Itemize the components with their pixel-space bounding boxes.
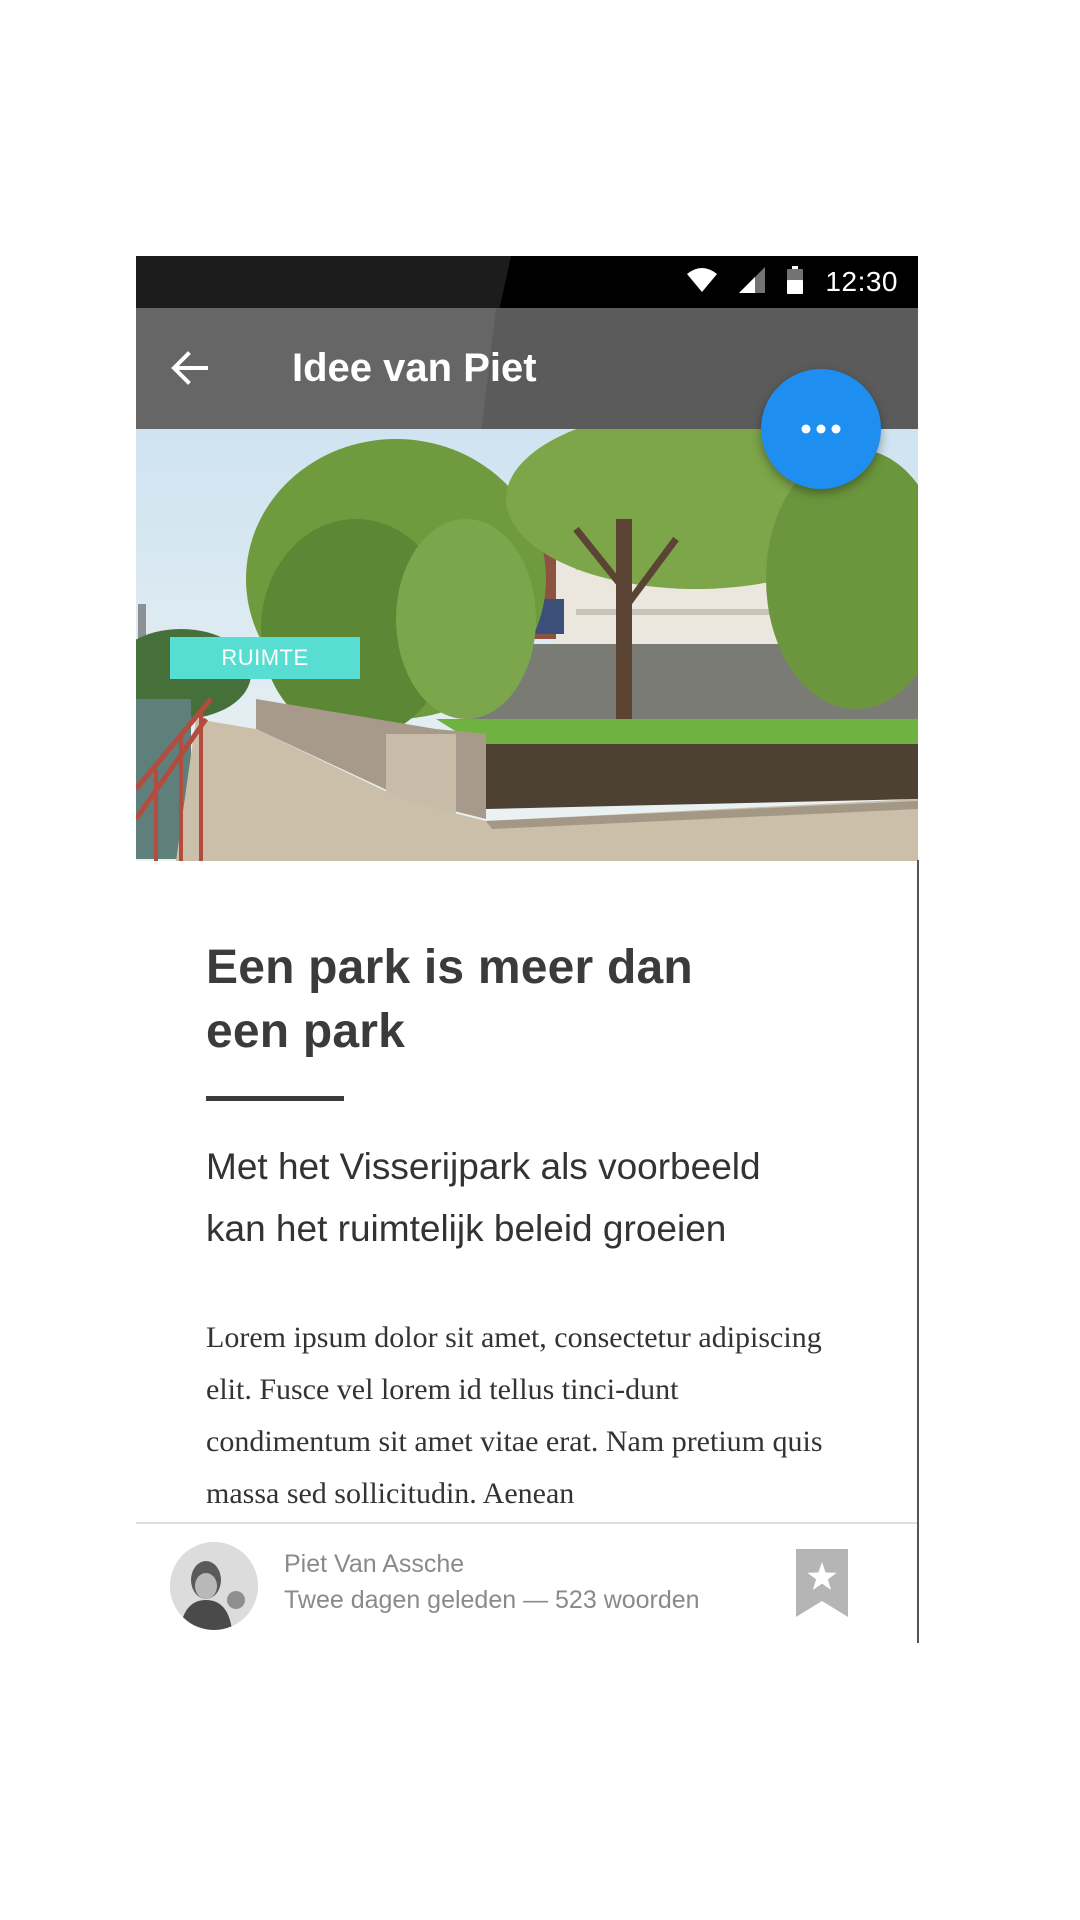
bookmark-button[interactable] [796,1549,848,1617]
more-options-button[interactable] [761,369,881,489]
battery-icon [787,265,804,299]
author-name: Piet Van Assche [284,1550,465,1578]
signal-icon [739,266,766,298]
more-horizontal-icon [801,424,841,434]
article-headline: Een park is meer dan een park [206,941,693,1058]
wifi-icon [687,267,718,297]
status-bar: 12:30 [136,256,918,308]
article-meta: Twee dagen geleden — 523 woorden [284,1586,700,1614]
hero-image: RUIMTE [136,429,918,861]
category-tag: RUIMTE [170,637,360,679]
headline-divider [206,1096,344,1101]
status-time: 12:30 [825,266,898,297]
arrow-back-icon [171,351,208,385]
phone-edge [917,860,919,1643]
article-subtitle: Met het Visserijpark als voorbeeld kan h… [206,1146,761,1249]
author-bar: Piet Van Assche Twee dagen geleden — 523… [136,1522,918,1643]
bookmark-star-icon [796,1549,848,1617]
back-button[interactable] [166,344,214,392]
avatar[interactable] [170,1542,258,1630]
page-title: Idee van Piet [292,346,537,390]
phone-screen: 12:30 Idee van Piet RUIMTE Een park is m… [136,256,918,1643]
